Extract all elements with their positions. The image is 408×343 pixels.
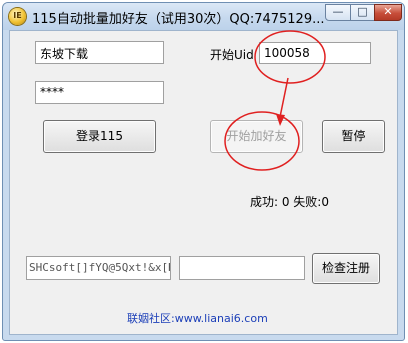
window-title: 115自动批量加好友（试用30次）QQ:7475129...: [32, 12, 325, 27]
dialog-client-area: 东坡下载 **** 开始Uid 100058 登录115 开始加好友 暂停 成功…: [9, 30, 398, 335]
check-register-button[interactable]: 检查注册: [312, 253, 380, 284]
main-window: IE 115自动批量加好友（试用30次）QQ:7475129... — □ ✕ …: [2, 2, 405, 341]
footer-website-link[interactable]: 联姻社区:www.lianai6.com: [127, 310, 268, 326]
password-input[interactable]: ****: [35, 81, 164, 104]
start-uid-label: 开始Uid: [210, 48, 254, 62]
close-button[interactable]: ✕: [374, 4, 402, 21]
status-counter: 成功: 0 失败:0: [250, 195, 329, 209]
title-bar[interactable]: IE 115自动批量加好友（试用30次）QQ:7475129... — □ ✕: [3, 3, 404, 30]
app-icon-text: IE: [13, 11, 22, 20]
start-add-friends-button[interactable]: 开始加好友: [210, 120, 303, 153]
username-input[interactable]: 东坡下载: [35, 41, 164, 64]
app-icon[interactable]: IE: [9, 8, 26, 25]
pause-button[interactable]: 暂停: [322, 120, 385, 153]
maximize-button[interactable]: □: [350, 4, 375, 21]
minimize-button[interactable]: —: [325, 4, 351, 21]
register-code-input[interactable]: [179, 256, 305, 280]
start-uid-input[interactable]: 100058: [259, 42, 371, 64]
login-button[interactable]: 登录115: [43, 120, 156, 153]
machine-code-field[interactable]: SHCsoft[]fYQ@5Qxt!&x[KO9: [26, 256, 171, 280]
